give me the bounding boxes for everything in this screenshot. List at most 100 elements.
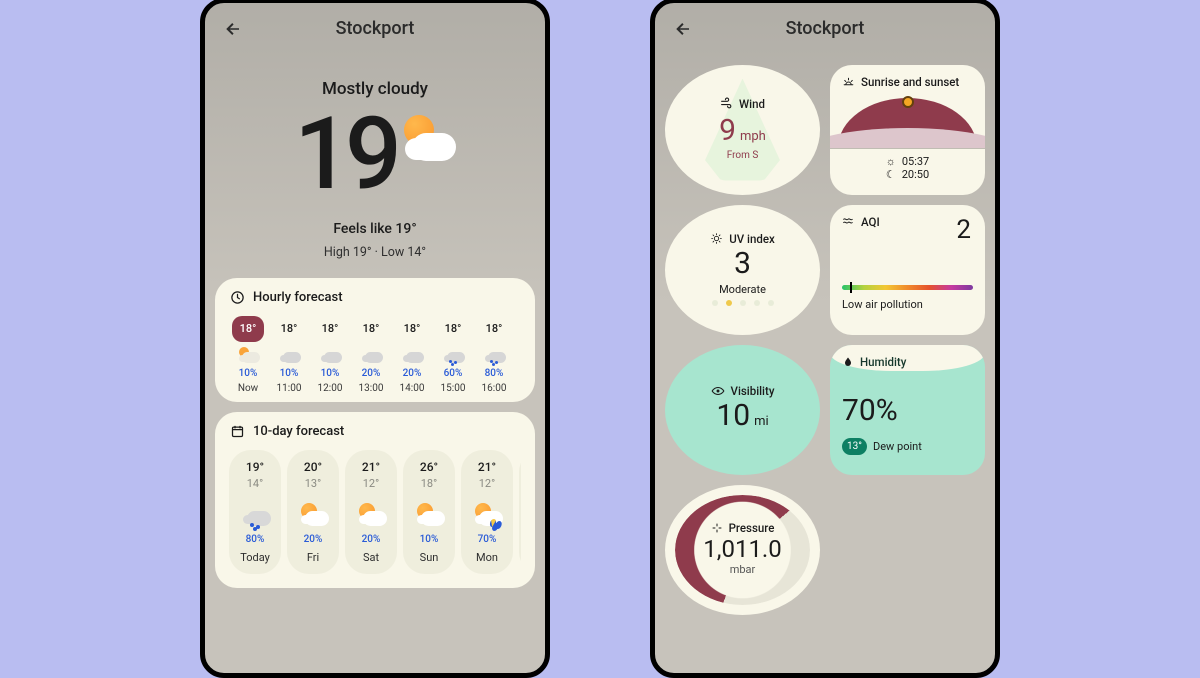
day-column[interactable]: 21°12°70%Mon (461, 450, 513, 574)
hum-title: Humidity (860, 355, 906, 369)
day-precip: 10% (420, 534, 439, 545)
hour-column[interactable]: 18°60%15:00 (434, 316, 472, 394)
day-low: 13° (305, 477, 321, 490)
hour-temp: 18° (273, 316, 305, 342)
day-column[interactable]: 19° 14° 80% Today (229, 450, 281, 574)
press-value: 1,011.0 (703, 535, 782, 563)
day-label: Today (240, 551, 270, 564)
hour-column[interactable]: 18°10%12:00 (311, 316, 349, 394)
uv-tile[interactable]: UV index 3 Moderate (665, 205, 820, 335)
wind-tile[interactable]: Wind 9 mph From S (665, 65, 820, 195)
uv-scale-dots (712, 300, 774, 306)
waves-icon (842, 215, 855, 228)
wind-value: 9 mph (719, 113, 766, 148)
tile-header: Visibility (711, 384, 775, 398)
sun-title: Sunrise and sunset (861, 75, 959, 89)
day-label: Mon (476, 551, 498, 564)
wind-icon (720, 97, 733, 110)
day-column[interactable]: 21°12°20%Sat (345, 450, 397, 574)
day-precip: 80% (246, 534, 265, 545)
hour-temp: 19° (519, 316, 521, 342)
day-low: 14° (247, 477, 263, 490)
hour-label: 15:00 (441, 383, 466, 394)
daily-title: 10-day forecast (253, 424, 344, 439)
day-column[interactable]: 20°13°20%Fri (287, 450, 339, 574)
header: Stockport (205, 3, 545, 55)
aqi-tile[interactable]: AQI 2 Low air pollution (830, 205, 985, 335)
tile-header: AQI (842, 215, 973, 229)
feels-like: Feels like 19° (205, 221, 545, 237)
hourly-title: Hourly forecast (253, 290, 343, 305)
hourly-list[interactable]: 18°10%Now18°10%11:0018°10%12:0018°20%13:… (229, 316, 521, 394)
day-column[interactable]: 19°13°60%Tue (519, 450, 521, 574)
weather-icon (398, 111, 456, 169)
uv-title: UV index (729, 232, 775, 246)
wind-title: Wind (739, 97, 765, 111)
daily-list[interactable]: 19°14°80%Today20°13°20%Fri21°12°20%Sat26… (229, 450, 521, 574)
sun-arc (830, 95, 985, 149)
hour-precip: 80% (485, 368, 504, 379)
hour-precip: 20% (403, 368, 422, 379)
hour-weather-icon (442, 346, 464, 364)
hour-label: 14:00 (400, 383, 425, 394)
pressure-tile[interactable]: Pressure 1,011.0 mbar (665, 485, 820, 615)
hourly-forecast-card[interactable]: Hourly forecast 18°10%Now18°10%11:0018°1… (215, 278, 535, 402)
aqi-desc: Low air pollution (842, 298, 973, 311)
hour-column[interactable]: 19°70%17:00 (516, 316, 521, 394)
day-weather-icon (414, 501, 444, 527)
hour-label: 16:00 (482, 383, 507, 394)
city-title: Stockport (205, 18, 545, 39)
hum-value: 70% (842, 393, 973, 428)
weather-screen-main: Stockport Mostly cloudy 19 Feels like 19… (200, 0, 550, 678)
day-high: 21° (478, 460, 496, 474)
droplet-icon (842, 356, 854, 368)
humidity-tile[interactable]: Humidity 70% 13° Dew point (830, 345, 985, 475)
dew-label: Dew point (873, 440, 922, 453)
hour-temp: 18° (314, 316, 346, 342)
aqi-value: 2 (956, 215, 971, 245)
tile-header: Humidity (842, 355, 973, 369)
hour-column[interactable]: 18°20%14:00 (393, 316, 431, 394)
sunrise-icon (842, 75, 855, 88)
weather-screen-details: Stockport Wind 9 mph From S Sunrise an (650, 0, 1000, 678)
hour-column[interactable]: 18°10%11:00 (270, 316, 308, 394)
hero: Mostly cloudy 19 Feels like 19° High 19°… (205, 55, 545, 260)
hour-column[interactable]: 18°80%16:00 (475, 316, 513, 394)
tile-header: Pressure (711, 521, 775, 535)
day-column[interactable]: 26°18°10%Sun (403, 450, 455, 574)
wind-from: From S (727, 150, 759, 161)
dew-badge: 13° (842, 438, 867, 455)
visibility-tile[interactable]: Visibility 10 mi (665, 345, 820, 475)
hour-label: 11:00 (277, 383, 302, 394)
hour-label: Now (238, 383, 258, 394)
tile-header: Wind (720, 97, 765, 111)
vis-title: Visibility (731, 384, 775, 398)
calendar-icon (229, 424, 245, 440)
day-high: 19° (246, 460, 264, 474)
hour-weather-icon (401, 346, 423, 364)
day-precip: 20% (362, 534, 381, 545)
sun-small-icon (710, 232, 723, 245)
tiles-grid: Wind 9 mph From S Sunrise and sunset ☼ 0… (655, 55, 995, 625)
city-title: Stockport (655, 18, 995, 39)
header: Stockport (655, 3, 995, 55)
day-high: 20° (304, 460, 322, 474)
day-precip: 70% (478, 534, 497, 545)
sunset-row: ☾ 20:50 (842, 168, 973, 181)
hour-precip: 10% (321, 368, 340, 379)
cloud-icon (412, 133, 456, 161)
temp-row: 19 (205, 111, 545, 199)
hour-column[interactable]: 18°10%Now (229, 316, 267, 394)
hour-column[interactable]: 18°20%13:00 (352, 316, 390, 394)
day-weather-icon (240, 501, 270, 527)
uv-level: Moderate (719, 283, 766, 296)
aqi-title: AQI (861, 215, 880, 229)
hour-temp: 18° (355, 316, 387, 342)
aqi-bar (842, 285, 973, 290)
daily-forecast-card[interactable]: 10-day forecast 19° 14° 80% Today 20°13°20%F… (215, 412, 535, 588)
hour-weather-icon (237, 346, 259, 364)
press-title: Pressure (729, 521, 775, 535)
sunrise-tile[interactable]: Sunrise and sunset ☼ 05:37 ☾ 20:50 (830, 65, 985, 195)
eye-icon (711, 384, 725, 398)
day-high: 26° (420, 460, 438, 474)
